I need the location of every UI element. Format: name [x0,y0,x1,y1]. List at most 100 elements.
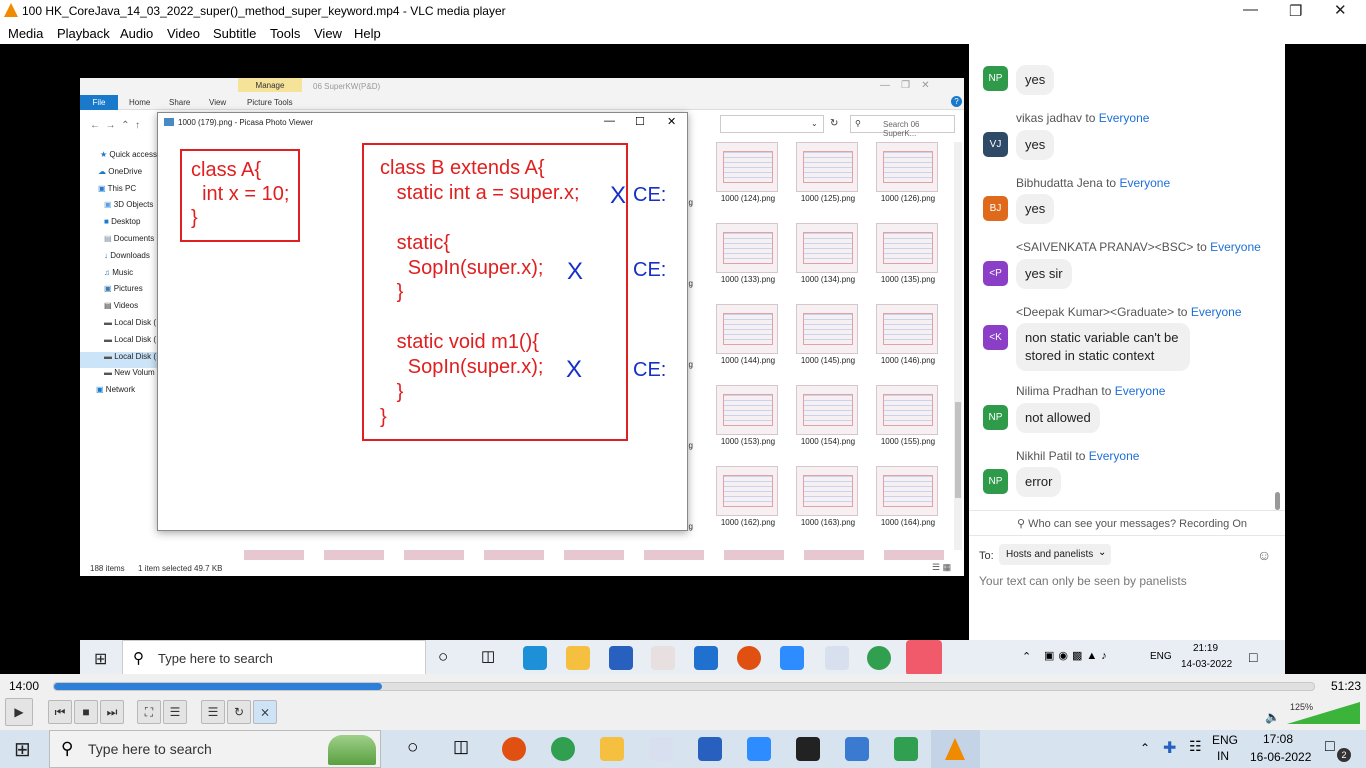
folder-icon[interactable] [566,646,590,670]
photos-icon[interactable] [845,737,869,761]
thumbnail[interactable] [716,385,778,435]
help-icon[interactable]: ? [951,96,962,107]
menu-playback[interactable]: Playback [57,26,110,41]
nav-downloads[interactable]: ↓ Downloads [92,251,157,268]
thumbnail[interactable] [796,466,858,516]
view-tab[interactable]: View [209,98,226,107]
refresh-icon[interactable]: ↻ [830,118,838,129]
cortana-icon[interactable]: ○ [407,737,418,759]
picasa-minimize-icon[interactable]: — [604,115,615,127]
recorded-search-box[interactable]: ⚲ Type here to search [122,640,426,676]
nav-desktop[interactable]: ■ Desktop [92,217,157,234]
thumbnail[interactable] [876,466,938,516]
playlist-button[interactable]: ☰ [201,700,225,724]
taskbar-time[interactable]: 17:08 [1263,732,1293,746]
nav-music[interactable]: ♫ Music [92,268,157,285]
close-icon[interactable]: ✕ [1334,1,1347,19]
windows-start-icon[interactable]: ⊞ [14,737,31,762]
notification-icon[interactable]: □ [1325,738,1335,756]
shuffle-button[interactable]: ⨯ [253,700,277,724]
network-icon[interactable]: ☷ [1189,738,1202,755]
chevron-up-icon[interactable]: ⌃ [1140,741,1150,755]
nav-local-disk-e[interactable]: ▬ Local Disk ( [80,351,157,369]
back-icon[interactable]: ← → ⌃ ↑ [90,120,140,131]
explorer-search[interactable]: ⚲ Search 06 SuperK... [850,115,955,138]
menu-video[interactable]: Video [167,26,200,41]
thumbnail[interactable] [796,304,858,354]
menu-audio[interactable]: Audio [120,26,153,41]
thumbnail[interactable] [796,223,858,273]
store-icon[interactable] [609,646,633,670]
nav-this-pc[interactable]: ▣ This PC [92,184,157,201]
store-icon[interactable] [698,737,722,761]
fullscreen-button[interactable]: ⛶ [137,700,161,724]
nav-onedrive[interactable]: ☁ OneDrive [92,167,157,184]
maximize-icon[interactable]: ❐ [1289,2,1302,20]
chrome-icon[interactable] [551,737,575,761]
chevron-up-icon[interactable]: ⌃ [1022,650,1031,663]
notification-icon[interactable]: □ [1249,649,1257,665]
emoji-icon[interactable]: ☺ [1257,547,1271,563]
explorer-scrollbar[interactable] [954,142,962,550]
nav-3d-objects[interactable]: ▣ 3D Objects [92,200,157,217]
picture-tools-tab[interactable]: Picture Tools [247,98,293,107]
notes-icon[interactable] [796,737,820,761]
nav-network[interactable]: ▣ Network [92,385,157,402]
nav-new-volume[interactable]: ▬ New Volum [92,368,157,385]
nav-pictures[interactable]: ▣ Pictures [92,284,157,301]
loop-button[interactable]: ↻ [227,700,251,724]
stop-button[interactable]: ■ [74,700,98,724]
chat-input-hint[interactable]: Your text can only be seen by panelists [979,574,1187,588]
thumbnail[interactable] [716,304,778,354]
menu-media[interactable]: Media [8,26,43,41]
taskbar-date[interactable]: 16-06-2022 [1250,750,1311,764]
menu-tools[interactable]: Tools [270,26,300,41]
thumbnail[interactable] [716,466,778,516]
menu-help[interactable]: Help [354,26,381,41]
menu-view[interactable]: View [314,26,342,41]
nav-videos[interactable]: ▤ Videos [92,301,157,318]
picasa-maximize-icon[interactable]: ☐ [635,115,645,128]
task-view-icon[interactable]: ◫ [453,737,469,757]
manage-tab[interactable]: Manage [238,78,302,92]
task-view-icon[interactable]: ◫ [481,647,495,665]
taskbar-search-box[interactable]: ⚲ Type here to search [49,730,381,768]
zoom-icon[interactable] [780,646,804,670]
extended-settings-button[interactable]: ☰ [163,700,187,724]
chat-scrollbar-thumb[interactable] [1275,492,1280,510]
visibility-notice[interactable]: ⚲ Who can see your messages? Recording O… [1017,517,1247,530]
record-icon[interactable] [737,646,761,670]
minimize-icon[interactable]: — [1243,1,1258,18]
seek-bar[interactable] [53,682,1315,691]
snip-icon[interactable] [825,646,849,670]
explorer-window-controls[interactable]: — ❐ ✕ [880,80,930,91]
next-button[interactable]: ⏭ [100,700,124,724]
nav-quick-access[interactable]: ★ Quick access [92,150,157,167]
video-frame[interactable]: Manage 06 SuperKW(P&D) — ❐ ✕ File Home S… [0,44,1366,676]
recipient-dropdown[interactable]: Hosts and panelists ⌄ [999,544,1111,565]
taskbar-lang1[interactable]: ENG [1212,733,1238,747]
thumbnail[interactable] [876,223,938,273]
chevron-down-icon[interactable]: ⌄ [811,119,818,128]
thumbnail[interactable] [716,142,778,192]
volume-icon[interactable]: 🔈 [1265,710,1280,724]
file-tab[interactable]: File [80,95,118,110]
thumbnail[interactable] [796,142,858,192]
edge-icon[interactable] [523,646,547,670]
vlc-taskbar-button[interactable] [931,730,980,768]
folder-icon[interactable] [600,737,624,761]
windows-start-icon[interactable]: ⊞ [94,649,107,669]
thumbnail[interactable] [716,223,778,273]
share-tab[interactable]: Share [169,98,190,107]
record-icon[interactable] [502,737,526,761]
thumbnail[interactable] [876,304,938,354]
play-button[interactable]: ▶ [5,698,33,726]
thumbnail[interactable] [876,385,938,435]
thumbnail[interactable] [796,385,858,435]
chrome-icon[interactable] [867,646,891,670]
menu-subtitle[interactable]: Subtitle [213,26,256,41]
tray-icons[interactable]: ▣◉▩▲♪ [1044,649,1111,662]
nav-local-disk-d[interactable]: ▬ Local Disk ( [92,335,157,352]
previous-button[interactable]: ⏮ [48,700,72,724]
scrollbar-thumb[interactable] [955,402,961,498]
